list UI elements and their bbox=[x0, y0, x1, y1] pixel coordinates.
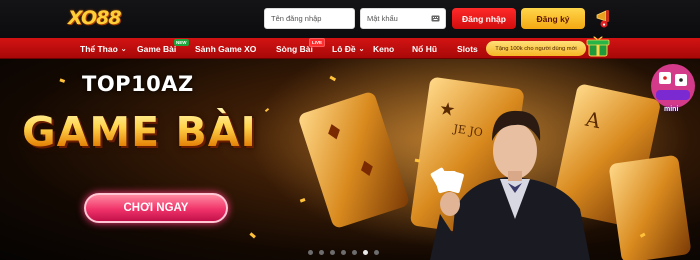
nav-label: Lô Đề bbox=[332, 43, 356, 54]
nav-label: Sảnh Game XO bbox=[195, 43, 257, 54]
svg-text:★: ★ bbox=[438, 98, 457, 121]
svg-text:●: ● bbox=[602, 22, 605, 28]
carousel-dot-active[interactable] bbox=[363, 250, 368, 255]
carousel-dot[interactable] bbox=[352, 250, 357, 255]
chevron-down-icon: ⌄ bbox=[358, 45, 365, 53]
headline: GAME BÀI bbox=[22, 108, 257, 156]
new-badge: NEW bbox=[174, 39, 189, 46]
nav-item-the-thao[interactable]: Thể Thao ⌄ bbox=[80, 38, 127, 59]
nav-label: Keno bbox=[373, 43, 395, 54]
username-input[interactable] bbox=[271, 14, 354, 23]
horn-icon[interactable]: ● bbox=[594, 7, 614, 29]
carousel-dot[interactable] bbox=[308, 250, 313, 255]
nav-item-no-hu[interactable]: Nổ Hũ bbox=[412, 38, 437, 59]
card-far-right bbox=[609, 155, 691, 260]
nav-label: Nổ Hũ bbox=[412, 43, 438, 54]
nav-label: Thể Thao bbox=[80, 43, 118, 54]
username-field[interactable] bbox=[264, 8, 355, 29]
carousel-dot[interactable] bbox=[330, 250, 335, 255]
site-logo[interactable]: XO88 bbox=[68, 6, 122, 30]
chevron-down-icon: ⌄ bbox=[120, 45, 127, 53]
gift-icon[interactable] bbox=[584, 34, 612, 58]
nav-item-slots[interactable]: Slots bbox=[457, 38, 478, 59]
hero-banner[interactable]: ♦ ♦ ★ JE JO A TOP10AZ GAME BÀI CHƠI NGAY… bbox=[0, 59, 700, 260]
top-header: XO88 Đăng nhập Đăng ký ● bbox=[0, 0, 700, 38]
password-field[interactable] bbox=[360, 8, 446, 29]
logo-text: XO88 bbox=[68, 7, 122, 29]
live-badge: LIVE bbox=[309, 38, 326, 47]
register-button[interactable]: Đăng ký bbox=[521, 8, 585, 29]
carousel-dot[interactable] bbox=[374, 250, 379, 255]
keyboard-icon[interactable] bbox=[431, 15, 440, 22]
nav-item-lo-de[interactable]: Lô Đề ⌄ bbox=[332, 38, 365, 59]
carousel-dots bbox=[308, 250, 379, 255]
login-button[interactable]: Đăng nhập bbox=[452, 8, 516, 29]
nav-label: Game Bài bbox=[137, 43, 177, 54]
nav-item-keno[interactable]: Keno bbox=[373, 38, 394, 59]
nav-item-sanh-game-xo[interactable]: Sảnh Game XO bbox=[195, 38, 256, 59]
mini-label: mini bbox=[664, 106, 679, 113]
promo-banner[interactable]: Tặng 100k cho người dùng mới bbox=[486, 41, 586, 56]
nav-label: Slots bbox=[457, 43, 478, 54]
play-now-button[interactable]: CHƠI NGAY bbox=[84, 193, 228, 223]
nav-item-game-bai[interactable]: Game Bài NEW bbox=[137, 38, 189, 59]
carousel-dot[interactable] bbox=[319, 250, 324, 255]
nav-label: Sòng Bài bbox=[276, 43, 313, 54]
nav-item-song-bai[interactable]: Sòng Bài LIVE bbox=[276, 38, 326, 59]
carousel-dot[interactable] bbox=[341, 250, 346, 255]
brand-title: TOP10AZ bbox=[82, 72, 194, 96]
